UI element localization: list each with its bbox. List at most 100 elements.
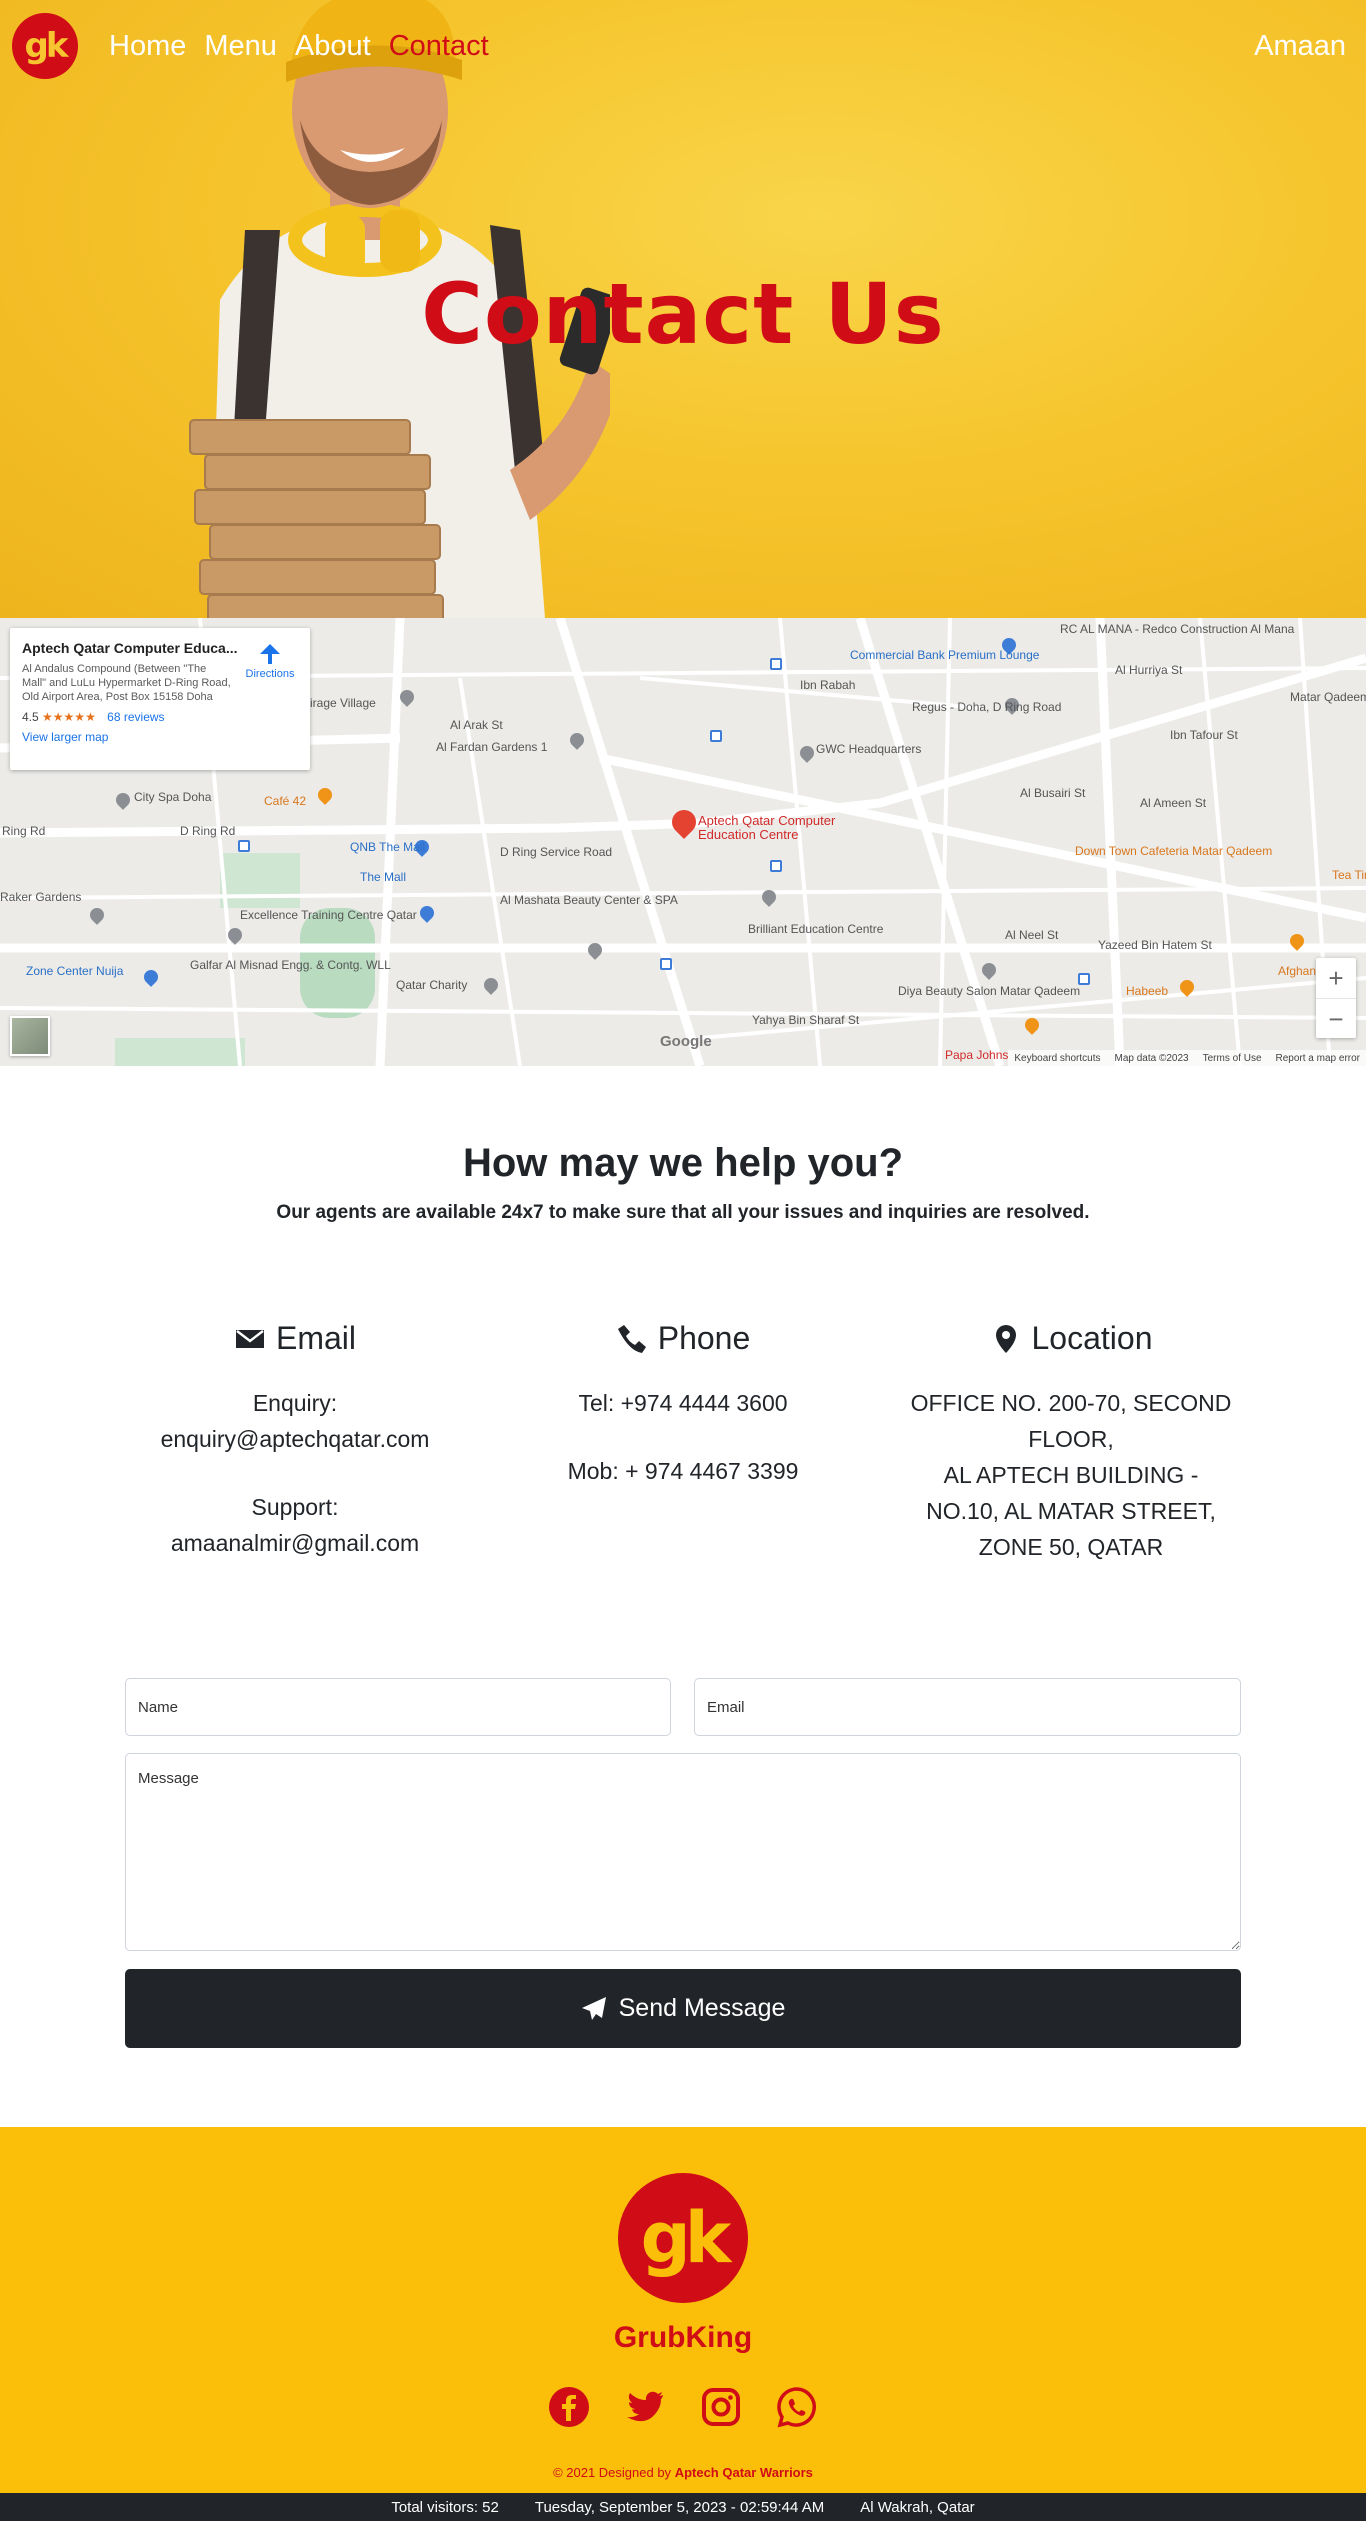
bus-stop-icon (660, 958, 672, 970)
map-place-label: Al Arak St (450, 718, 503, 732)
zoom-in-button[interactable]: + (1316, 958, 1356, 998)
embedded-map[interactable]: Commercial Bank Premium Lounge RC AL MAN… (0, 618, 1366, 1066)
zoom-out-button[interactable]: − (1316, 998, 1356, 1038)
phone-icon (617, 1324, 646, 1353)
email-column: Email Enquiry: enquiry@aptechqatar.com S… (130, 1320, 460, 1561)
tel-number[interactable]: Tel: +974 4444 3600 (518, 1385, 848, 1421)
directions-icon (260, 644, 280, 664)
whatsapp-icon[interactable] (775, 2385, 819, 2429)
nav-link-home[interactable]: Home (100, 30, 195, 63)
view-larger-map-link[interactable]: View larger map (22, 730, 298, 744)
email-heading-label: Email (275, 1320, 356, 1356)
keyboard-shortcuts-link[interactable]: Keyboard shortcuts (1014, 1053, 1100, 1064)
name-field[interactable] (125, 1678, 671, 1736)
nav-link-about[interactable]: About (286, 30, 380, 63)
map-place-label: Regus - Doha, D Ring Road (912, 700, 1062, 714)
phone-details: Tel: +974 4444 3600 Mob: + 974 4467 3399 (518, 1385, 848, 1489)
map-place-label: Raker Gardens (0, 890, 82, 904)
marker-label-line: Aptech Qatar Computer (698, 813, 836, 828)
email-field[interactable] (694, 1678, 1241, 1736)
bus-stop-icon (770, 860, 782, 872)
map-place-label: Mirage Village (300, 696, 376, 710)
footer-logo[interactable]: gk (618, 2173, 748, 2303)
map-place-label: Excellence Training Centre Qatar (240, 908, 417, 922)
map-place-label: Zone Center Nuija (26, 964, 124, 978)
marker-label-line: Education Centre (698, 827, 799, 842)
map-place-label: Commercial Bank Premium Lounge (850, 648, 1040, 662)
location-column: Location OFFICE NO. 200-70, SECOND FLOOR… (906, 1320, 1236, 1565)
zoom-control: + − (1316, 958, 1356, 1038)
status-bar: Total visitors: 52 Tuesday, September 5,… (0, 2493, 1366, 2521)
map-place-label: D Ring Rd (180, 824, 236, 838)
page-title: Contact Us (421, 265, 945, 363)
bus-stop-icon (238, 840, 250, 852)
map-place-label: Papa Johns (945, 1048, 1009, 1062)
visitor-count: Total visitors: 52 (391, 2498, 499, 2516)
brand-logo[interactable]: gk (12, 13, 78, 79)
enquiry-label: Enquiry: (252, 1390, 338, 1416)
marker-label[interactable]: Aptech Qatar Computer Education Centre (698, 814, 835, 842)
map-place-label: The Mall (360, 870, 407, 884)
support-email[interactable]: amaanalmir@gmail.com (171, 1530, 419, 1556)
map-place-label: QNB The Mall (350, 840, 426, 854)
map-attribution: Keyboard shortcuts Map data ©2023 Terms … (1008, 1050, 1366, 1066)
map-place-label: City Spa Doha (134, 790, 212, 804)
social-links (0, 2385, 1366, 2429)
terms-link[interactable]: Terms of Use (1203, 1053, 1262, 1064)
current-datetime: Tuesday, September 5, 2023 - 02:59:44 AM (534, 2498, 825, 2516)
map-place-label: Ring Rd (2, 824, 46, 838)
map-place-label: Down Town Cafeteria Matar Qadeem (1075, 844, 1273, 858)
map-place-label: Al Neel St (1005, 928, 1059, 942)
map-place-label: Yahya Bin Sharaf St (752, 1013, 860, 1027)
nav-link-contact[interactable]: Contact (380, 30, 498, 63)
help-subtitle: Our agents are available 24x7 to make su… (276, 1202, 1090, 1223)
rating-value: 4.5 (22, 710, 39, 724)
map-place-label: Yazeed Bin Hatem St (1098, 938, 1212, 952)
user-name-link[interactable]: Amaan (1254, 30, 1346, 63)
satellite-toggle[interactable] (10, 1016, 50, 1056)
place-address: Al Andalus Compound (Between "The Mall" … (22, 663, 231, 703)
map-place-label: Brilliant Education Centre (748, 922, 884, 936)
facebook-icon[interactable] (547, 2385, 591, 2429)
paper-plane-icon (581, 1996, 606, 2020)
send-message-label: Send Message (618, 1994, 786, 2022)
directions-label: Directions (245, 668, 295, 680)
map-place-label: Diya Beauty Salon Matar Qadeem (898, 984, 1081, 998)
send-message-button[interactable]: Send Message (125, 1969, 1241, 2048)
address-line-1: OFFICE NO. 200-70, SECOND FLOOR, (910, 1390, 1232, 1452)
map-place-label: Al Ameen St (1140, 796, 1207, 810)
map-place-label: Tea Time (1332, 868, 1366, 882)
star-rating-icon: ★★★★★ (42, 710, 96, 724)
reviews-link[interactable]: 68 reviews (107, 710, 164, 724)
hero-section: gk Home Menu About Contact Amaan Contact… (0, 0, 1366, 618)
map-info-card: Aptech Qatar Computer Educa... Al Andalu… (10, 628, 310, 770)
map-place-label: Al Mashata Beauty Center & SPA (500, 893, 678, 907)
map-place-label: Qatar Charity (396, 978, 468, 992)
envelope-icon (235, 1329, 264, 1348)
message-field[interactable] (125, 1753, 1241, 1951)
location-heading: Location (906, 1320, 1236, 1357)
report-error-link[interactable]: Report a map error (1276, 1053, 1360, 1064)
email-details: Enquiry: enquiry@aptechqatar.com Support… (130, 1385, 460, 1561)
map-place-label: Al Fardan Gardens 1 (436, 740, 548, 754)
place-rating: 4.5 ★★★★★ 68 reviews (22, 710, 298, 724)
navbar: gk Home Menu About Contact Amaan (0, 0, 1366, 92)
map-place-label: Ibn Tafour St (1170, 728, 1238, 742)
designer-link[interactable]: Aptech Qatar Warriors (675, 2465, 813, 2480)
mobile-number[interactable]: Mob: + 974 4467 3399 (518, 1453, 848, 1489)
map-place-label: Matar Qadeem 462 (1290, 690, 1366, 704)
instagram-icon[interactable] (699, 2385, 743, 2429)
google-logo: Google (660, 1033, 712, 1050)
bus-stop-icon (770, 658, 782, 670)
directions-button[interactable]: Directions (238, 644, 302, 680)
help-heading: How may we help you? (462, 1141, 904, 1185)
map-place-label: GWC Headquarters (816, 742, 922, 756)
phone-column: Phone Tel: +974 4444 3600 Mob: + 974 446… (518, 1320, 848, 1489)
copyright-prefix: © 2021 Designed by (553, 2465, 672, 2480)
enquiry-email[interactable]: enquiry@aptechqatar.com (161, 1426, 430, 1452)
footer-brand-name: GrubKing (613, 2321, 753, 2354)
nav-link-menu[interactable]: Menu (195, 30, 286, 63)
phone-heading-label: Phone (657, 1320, 751, 1356)
twitter-icon[interactable] (623, 2385, 667, 2429)
map-place-label: Galfar Al Misnad Engg. & Contg. WLL (190, 958, 391, 972)
